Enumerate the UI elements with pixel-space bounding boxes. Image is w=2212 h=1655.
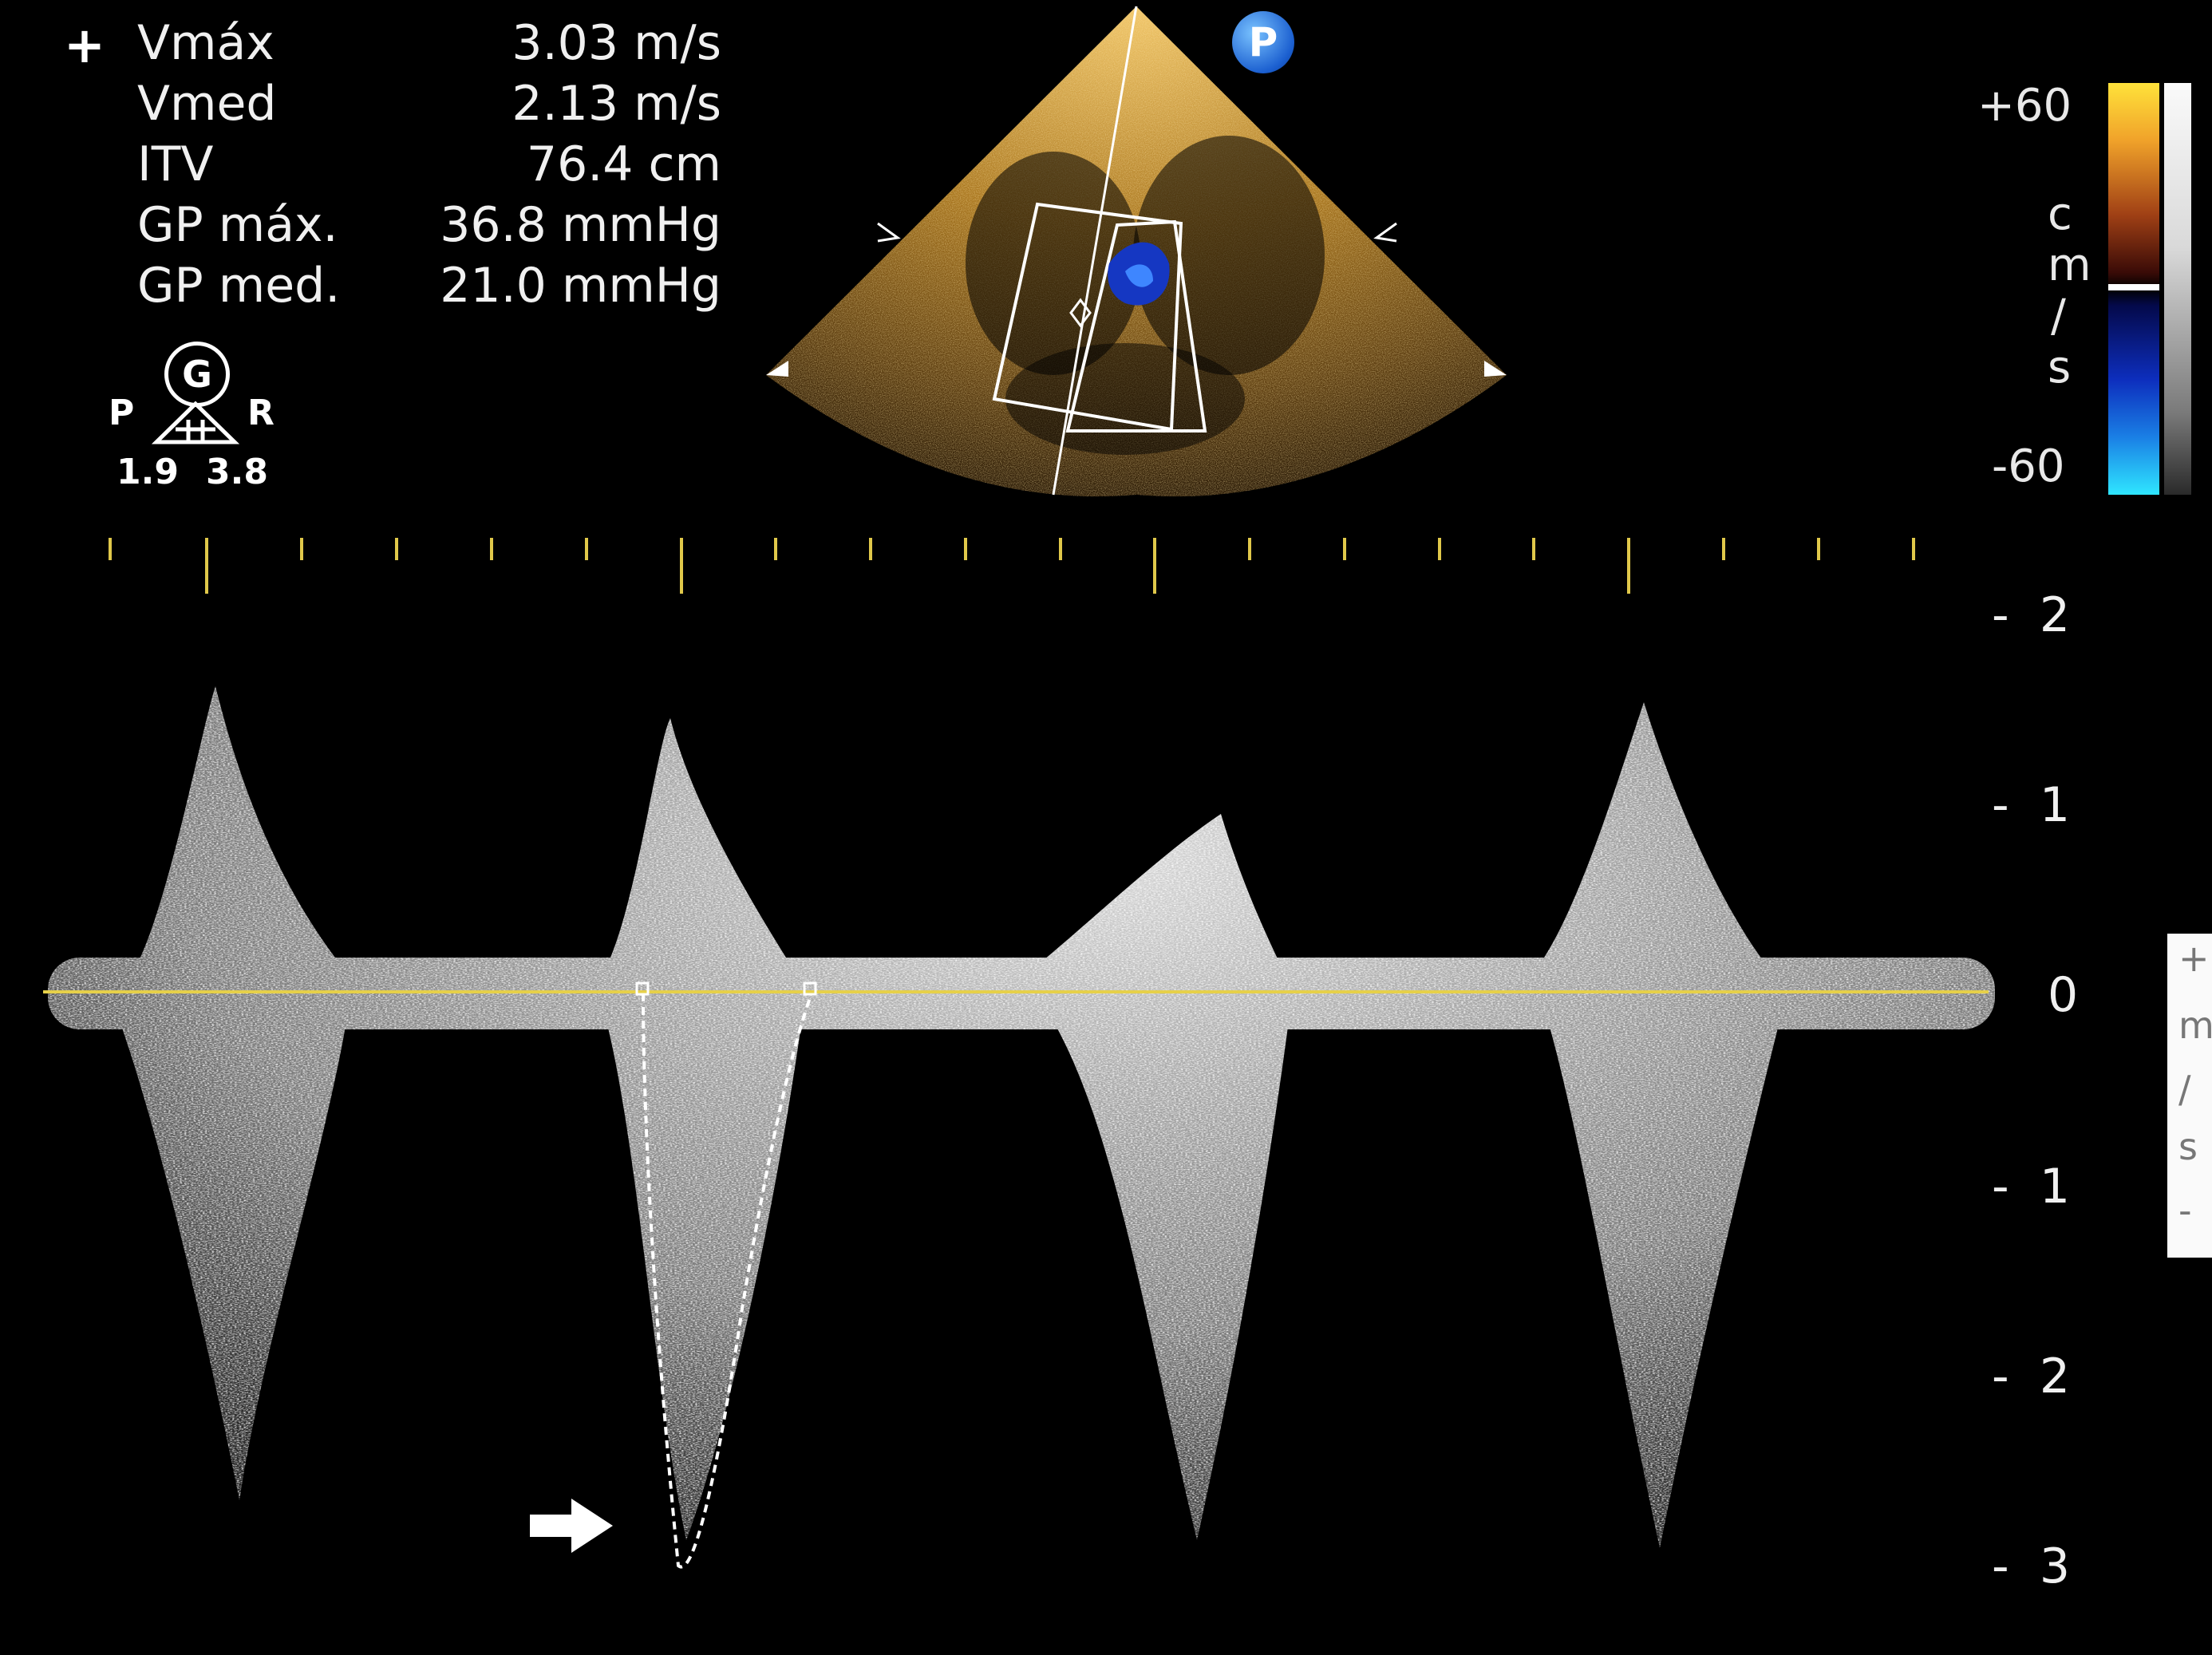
unit-slash: / bbox=[2178, 1068, 2191, 1111]
tick-dash: - bbox=[1992, 587, 2009, 643]
measure-value-gpmax: 36.8 mmHg bbox=[440, 197, 721, 253]
tick-dash: - bbox=[1992, 777, 2009, 833]
color-scale-bottom-label: -60 bbox=[1992, 440, 2065, 492]
unit-m: m bbox=[2178, 1004, 2212, 1047]
measurement-marker: + bbox=[64, 16, 105, 74]
color-scale-unit-c: c bbox=[2048, 188, 2072, 240]
tick-dash: - bbox=[1992, 1538, 2009, 1594]
measure-label-vmax: Vmáx bbox=[137, 15, 275, 71]
tick-value: 1 bbox=[2039, 777, 2070, 833]
measure-label-gpmax: GP máx. bbox=[137, 197, 338, 253]
echo-sector-image bbox=[766, 6, 1507, 497]
orientation-value-right: 3.8 bbox=[206, 452, 268, 492]
measure-value-vmax: 3.03 m/s bbox=[512, 15, 721, 71]
spectral-doppler-display bbox=[0, 511, 2212, 1655]
velocity-tick-neg1: - 1 bbox=[1992, 1159, 2070, 1215]
measure-value-gpmed: 21.0 mmHg bbox=[440, 258, 721, 314]
color-scale-unit-m: m bbox=[2048, 239, 2092, 291]
unit-plus: + bbox=[2178, 937, 2210, 980]
velocity-unit-panel: + m / s - bbox=[2167, 934, 2212, 1258]
velocity-tick-pos2: - 2 bbox=[1992, 587, 2070, 643]
velocity-tick-pos1: - 1 bbox=[1992, 777, 2070, 833]
color-bar-baseline-marker bbox=[2108, 284, 2159, 290]
unit-minus: - bbox=[2178, 1189, 2192, 1232]
gain-symbol-icon: G bbox=[164, 342, 230, 407]
measure-value-vmed: 2.13 m/s bbox=[512, 76, 721, 132]
doppler-signal bbox=[0, 511, 2212, 1655]
orientation-left-label: P bbox=[109, 393, 135, 433]
tick-value: 1 bbox=[2039, 1159, 2070, 1215]
orientation-value-left: 1.9 bbox=[117, 452, 179, 492]
measure-value-itv: 76.4 cm bbox=[526, 136, 721, 192]
color-scale-unit-s: s bbox=[2048, 342, 2072, 393]
velocity-tick-neg3: - 3 bbox=[1992, 1538, 2070, 1594]
velocity-tick-neg2: - 2 bbox=[1992, 1349, 2070, 1404]
tick-value: 2 bbox=[2039, 1349, 2070, 1404]
measure-label-gpmed: GP med. bbox=[137, 258, 341, 314]
color-scale-unit-slash: / bbox=[2051, 290, 2066, 342]
tick-value: 0 bbox=[2048, 967, 2079, 1023]
tick-dash: - bbox=[1992, 1159, 2009, 1215]
tick-dash: - bbox=[1992, 1349, 2009, 1404]
color-scale-top-label: +60 bbox=[1977, 80, 2072, 132]
probe-badge-icon: P bbox=[1232, 11, 1294, 73]
measure-label-vmed: Vmed bbox=[137, 76, 277, 132]
tick-value: 2 bbox=[2039, 587, 2070, 643]
orientation-triangle-icon bbox=[152, 401, 239, 444]
measure-label-itv: ITV bbox=[137, 136, 214, 192]
tick-value: 3 bbox=[2039, 1538, 2070, 1594]
orientation-right-label: R bbox=[247, 393, 275, 433]
gray-scale-bar bbox=[2164, 83, 2191, 495]
unit-s: s bbox=[2178, 1125, 2198, 1168]
velocity-tick-zero: 0 bbox=[2048, 967, 2078, 1023]
